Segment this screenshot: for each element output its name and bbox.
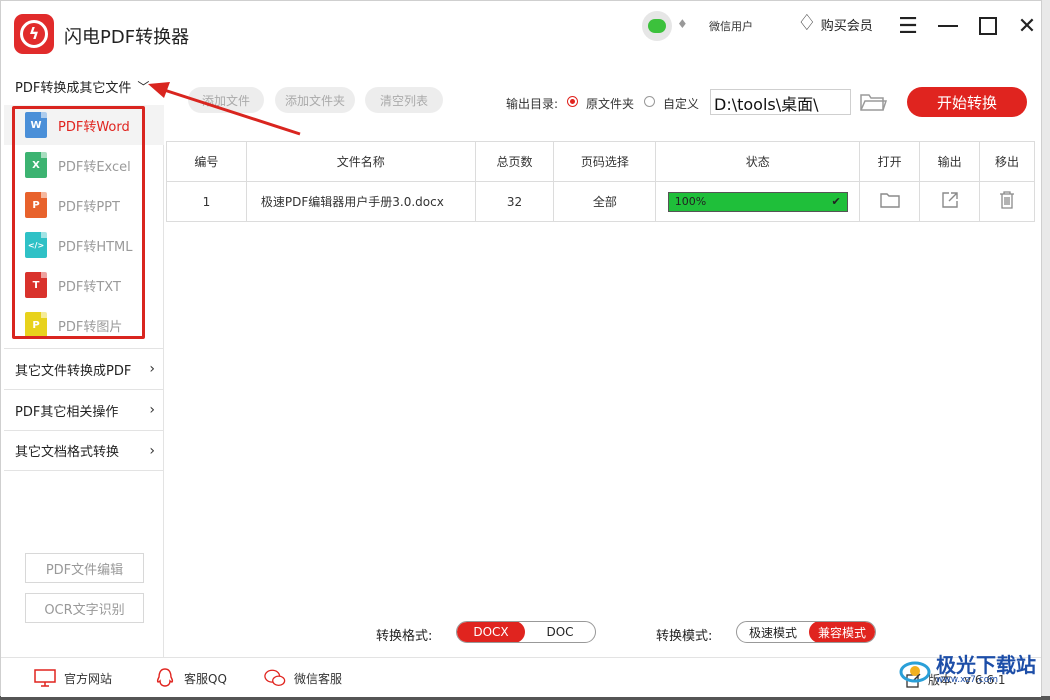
diamond-icon: ♢ [797,11,817,36]
progress-bar: 100% ✔ [667,191,848,212]
close-button[interactable]: ✕ [1014,13,1040,39]
sidebar-group-other-to-pdf[interactable]: 其它文件转换成PDF › [4,348,164,389]
maximize-button[interactable] [975,13,1001,39]
wechat-icon [264,668,286,688]
footer-wechat-link[interactable]: 微信客服 [264,668,342,688]
header-pages: 总页数 [474,141,555,182]
cell-status: 100% ✔ [655,181,861,222]
menu-icon[interactable]: ☰ [895,13,921,39]
monitor-icon [34,668,56,688]
buy-vip-label: 购买会员 [820,18,873,34]
radio-custom-folder[interactable] [644,96,655,107]
folder-open-icon[interactable] [859,91,888,113]
wechat-avatar-icon[interactable] [642,11,672,41]
header-output: 输出 [919,141,981,182]
format-toggle: DOCX DOC [456,621,596,643]
format-doc-option[interactable]: DOC [525,622,595,642]
footer-website-link[interactable]: 官方网站 [34,668,112,688]
trash-icon[interactable] [999,191,1015,209]
output-path-input[interactable]: D:\tools\桌面\ [710,89,851,115]
sidebar-group-pdf-operations[interactable]: PDF其它相关操作 › [4,389,164,430]
chevron-right-icon: › [149,442,155,459]
cell-remove[interactable] [979,181,1035,222]
cell-page-range[interactable]: 全部 [553,181,657,222]
watermark-swirl-icon [899,661,931,683]
start-convert-button[interactable]: 开始转换 [907,87,1027,117]
background-edge [1042,0,1050,700]
folder-icon[interactable] [879,192,900,208]
mode-toggle: 极速模式 兼容模式 [736,621,876,643]
pdf-edit-button[interactable]: PDF文件编辑 [25,553,144,583]
header-status: 状态 [655,141,861,182]
header-remove: 移出 [979,141,1035,182]
progress-label: 100% [674,195,707,208]
watermark-logo: 极光下载站 www.xz7.com [898,645,1048,695]
chevron-right-icon: › [149,402,155,418]
format-label: 转换格式: [376,629,433,644]
sidebar-group-label: PDF其它相关操作 [15,404,119,420]
radio-custom-label: 自定义 [663,97,700,111]
radio-original-label: 原文件夹 [586,97,635,111]
user-name[interactable]: 微信用户 [709,18,753,34]
cell-output[interactable] [919,181,981,222]
annotation-arrow-icon [148,82,301,136]
header-open: 打开 [859,141,921,182]
export-icon[interactable] [941,191,959,209]
header-page-range: 页码选择 [553,141,657,182]
qq-icon [154,668,176,688]
output-dir-label: 输出目录: [506,97,559,111]
chevron-right-icon: › [149,361,155,377]
checkmark-icon: ✔ [831,195,841,208]
format-docx-option[interactable]: DOCX [457,622,525,642]
footer-website-label: 官方网站 [64,671,113,686]
cell-pages: 32 [474,181,555,222]
sidebar-group-label: 其它文件转换成PDF [15,363,132,379]
watermark-text: 极光下载站 [936,653,1036,677]
ocr-button[interactable]: OCR文字识别 [25,593,144,623]
sidebar-group-label: 其它文档格式转换 [15,445,120,460]
minimize-button[interactable] [935,13,961,39]
footer-qq-label: 客服QQ [184,671,227,686]
mode-compat-option[interactable]: 兼容模式 [809,622,875,642]
vip-level-icon: ♦ [677,17,688,31]
mode-label: 转换模式: [656,629,713,644]
cell-open[interactable] [859,181,921,222]
footer-wechat-label: 微信客服 [294,671,343,686]
footer-qq-link[interactable]: 客服QQ [154,668,227,688]
buy-vip-button[interactable]: ♢ 购买会员 [797,13,873,35]
mode-fast-option[interactable]: 极速模式 [737,622,809,642]
sidebar-group-doc-format[interactable]: 其它文档格式转换 › [4,430,164,471]
footer: 官方网站 客服QQ 微信客服 版本：v 6.6.1 [1,657,1041,697]
radio-original-folder[interactable] [567,96,578,107]
